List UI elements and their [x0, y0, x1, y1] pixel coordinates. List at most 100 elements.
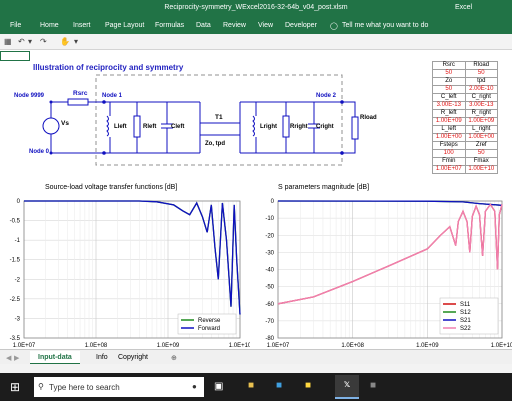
param-label[interactable]: L_right — [464, 125, 498, 134]
param-value[interactable]: 1.00E+00 — [464, 133, 498, 142]
sheet-tab-bar: ◀ ▶ Input-data Info Copyright ⊕ — [0, 349, 512, 365]
windows-start-icon[interactable]: ⊞ — [10, 380, 20, 394]
pinned-app-icon[interactable]: ■ — [305, 380, 311, 391]
y-tick-label: -40 — [265, 268, 274, 274]
tab-insert[interactable]: Insert — [73, 22, 91, 29]
param-value-row: 3.00E-13 3.00E-13 — [432, 101, 498, 110]
param-value[interactable]: 50 — [432, 69, 466, 78]
legend-label: S12 — [460, 310, 471, 316]
taskbar: ⊞ ⚲ Type here to search ● ▣ ■ ■ ■ 𝕩 ■ — [0, 373, 512, 401]
sheet-tab-copyright[interactable]: Copyright — [118, 354, 148, 361]
param-label-row: Fsteps Zref — [432, 141, 498, 150]
param-value[interactable]: 50 — [464, 149, 498, 158]
series-line — [24, 200, 241, 315]
s-parameter-chart: 0-10-20-30-40-50-60-70-801.0E+07 1.0E+08 1… — [265, 199, 512, 349]
voltage-source-icon — [42, 117, 60, 135]
file-explorer-icon[interactable]: ■ — [248, 380, 254, 391]
param-label[interactable]: Zo — [432, 77, 466, 86]
customize-qat-icon[interactable]: ▾ — [74, 37, 78, 46]
legend-label: S11 — [460, 302, 471, 308]
param-value[interactable]: 50 — [432, 85, 466, 94]
param-label[interactable]: Fsteps — [432, 141, 466, 150]
param-label[interactable]: Fmin — [432, 157, 466, 166]
param-label[interactable]: Zref — [464, 141, 498, 150]
app-name: Excel — [455, 4, 473, 11]
param-value[interactable]: 2.00E-10 — [464, 85, 498, 94]
zo-tpd-label: Zo, tpd — [205, 141, 225, 147]
excel-taskbar-icon[interactable]: 𝕩 — [335, 375, 359, 399]
rload-resistor-icon — [351, 116, 359, 140]
lright-inductor-icon — [252, 115, 255, 137]
rleft-resistor-icon — [133, 115, 141, 138]
param-label[interactable]: C_right — [464, 93, 498, 102]
undo-icon[interactable]: ↶ — [18, 37, 25, 46]
selected-cell[interactable] — [0, 51, 30, 61]
node0-label: Node 0 — [29, 149, 50, 155]
task-view-icon[interactable]: ▣ — [214, 381, 223, 392]
param-label-row: Fmin Fmax — [432, 157, 498, 166]
y-tick-label: -80 — [265, 336, 274, 342]
series-line — [24, 200, 241, 315]
transmission-line-icon — [199, 122, 241, 136]
tell-me-box[interactable]: Tell me what you want to do — [342, 22, 428, 29]
y-tick-label: -3 — [15, 316, 21, 322]
y-tick-label: -60 — [265, 302, 274, 308]
save-icon[interactable]: ▦ — [4, 37, 12, 46]
tab-scroll-left-icon[interactable]: ◀ — [6, 354, 11, 362]
tab-formulas[interactable]: Formulas — [155, 22, 184, 29]
sheet-tab-input-data[interactable]: Input-data — [30, 351, 80, 365]
node1-label: Node 1 — [102, 93, 123, 99]
param-value[interactable]: 1.00E+00 — [432, 133, 466, 142]
redo-icon[interactable]: ↷ — [40, 37, 47, 46]
param-label-row: R_left R_right — [432, 109, 498, 118]
param-label[interactable]: R_right — [464, 109, 498, 118]
legend-label: S21 — [460, 318, 471, 324]
tab-page-layout[interactable]: Page Layout — [105, 22, 144, 29]
param-value-row: 50 50 — [432, 69, 498, 78]
sheet-tab-info[interactable]: Info — [96, 354, 108, 361]
microphone-icon[interactable]: ● — [192, 382, 197, 391]
touch-mode-icon[interactable]: ✋ — [60, 37, 70, 46]
param-label[interactable]: tpd — [464, 77, 498, 86]
param-label[interactable]: Rsrc — [432, 61, 466, 70]
y-tick-label: 0 — [271, 199, 275, 205]
rright-label: Rright — [290, 124, 308, 130]
param-value-row: 50 2.00E-10 — [432, 85, 498, 94]
tab-file[interactable]: File — [10, 22, 21, 29]
param-value[interactable]: 3.00E-13 — [432, 101, 466, 110]
param-value[interactable]: 1.00E+09 — [464, 117, 498, 126]
param-label[interactable]: R_left — [432, 109, 466, 118]
param-label[interactable]: C_left — [432, 93, 466, 102]
add-sheet-icon[interactable]: ⊕ — [171, 354, 177, 362]
pinned-app-icon-2[interactable]: ■ — [370, 380, 376, 391]
y-tick-label: -0.5 — [10, 219, 21, 225]
param-value[interactable]: 3.00E-13 — [464, 101, 498, 110]
store-icon[interactable]: ■ — [276, 380, 282, 391]
y-tick-label: -70 — [265, 319, 274, 325]
tab-review[interactable]: Review — [223, 22, 246, 29]
undo-dropdown-icon[interactable]: ▾ — [28, 37, 32, 46]
y-tick-label: -1.5 — [10, 258, 21, 264]
param-label[interactable]: L_left — [432, 125, 466, 134]
rload-label: Rload — [360, 115, 377, 121]
param-value[interactable]: 100 — [432, 149, 466, 158]
param-value[interactable]: 1.00E+09 — [432, 117, 466, 126]
ribbon-tabs: File Home Insert Page Layout Formulas Da… — [0, 16, 512, 34]
tab-view[interactable]: View — [258, 22, 273, 29]
tab-data[interactable]: Data — [196, 22, 211, 29]
worksheet-grid[interactable]: Illustration of reciprocity and symmetry — [0, 61, 512, 349]
tab-developer[interactable]: Developer — [285, 22, 317, 29]
param-value-row: 1.00E+07 1.00E+10 — [432, 165, 498, 174]
legend-label: Reverse — [198, 318, 221, 324]
param-value[interactable]: 50 — [464, 69, 498, 78]
taskbar-search-box[interactable]: ⚲ Type here to search ● — [34, 377, 204, 397]
quick-access-toolbar: ▦ ↶ ▾ ↷ ✋ ▾ — [0, 34, 512, 50]
tab-home[interactable]: Home — [40, 22, 59, 29]
cleft-label: Cleft — [171, 124, 184, 130]
param-value[interactable]: 1.00E+10 — [464, 165, 498, 174]
param-label[interactable]: Fmax — [464, 157, 498, 166]
tab-scroll-right-icon[interactable]: ▶ — [14, 354, 19, 362]
voltage-transfer-chart: 0-0.5-1-1.5-2-2.5-3-3.51.0E+07 1.0E+08 1.0… — [10, 199, 250, 349]
param-label[interactable]: Rload — [464, 61, 498, 70]
param-value[interactable]: 1.00E+07 — [432, 165, 466, 174]
